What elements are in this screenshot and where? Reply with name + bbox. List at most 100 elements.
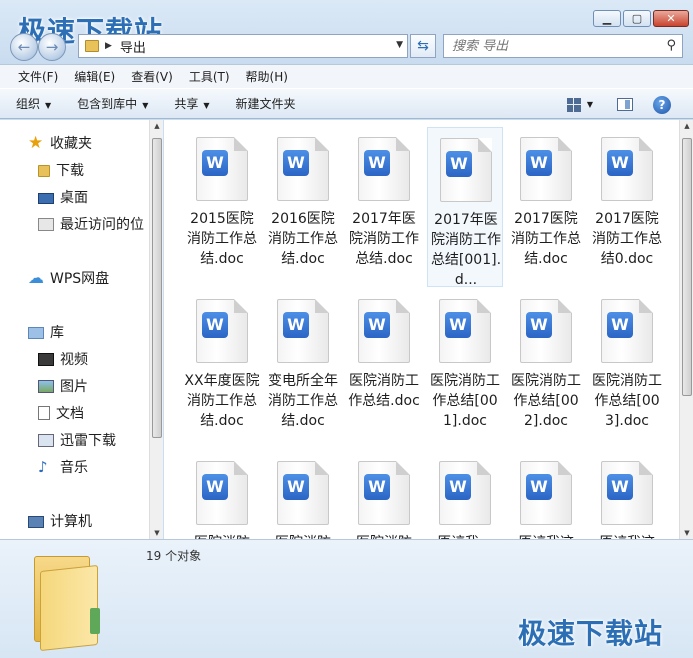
menu-bar: 文件(F) 编辑(E) 查看(V) 工具(T) 帮助(H) [0, 64, 693, 88]
nav-pictures[interactable]: 图片 [38, 374, 88, 398]
nav-wps-cloud[interactable]: ☁ WPS网盘 [28, 266, 109, 290]
file-item[interactable]: W 2015医院消防工作总结.doc [184, 127, 260, 287]
file-name: 变电所全年消防工作总结.doc [268, 373, 338, 429]
nav-desktop[interactable]: 桌面 [38, 185, 88, 209]
wps-badge-icon: W [364, 474, 390, 500]
window-controls: ▁ ▢ ✕ [593, 10, 689, 27]
arrow-right-icon: → [45, 38, 59, 56]
nav-computer[interactable]: 计算机 [28, 509, 92, 533]
nav-downloads[interactable]: 下载 [38, 158, 84, 182]
wps-badge-icon: W [445, 474, 471, 500]
file-item[interactable]: W 变电所全年消防工作总结.doc [265, 289, 341, 449]
file-name: 医院消防工作总结[002].doc [511, 373, 581, 429]
menu-edit[interactable]: 编辑(E) [66, 68, 123, 85]
wps-badge-icon: W [202, 312, 228, 338]
wps-doc-icon: W [520, 299, 572, 363]
file-item[interactable]: W 2017医院消防工作总结0.doc [589, 127, 665, 287]
nav-library[interactable]: 库 [28, 320, 64, 344]
file-item[interactable]: W 医院消防工作总结.doc [346, 289, 422, 449]
folder-icon [30, 548, 100, 652]
file-item[interactable]: W 医院消防工作总结[002].doc [508, 289, 584, 449]
file-scroll-thumb[interactable] [682, 138, 692, 396]
file-item[interactable]: W原谅我这 [589, 451, 665, 539]
search-icon[interactable]: ⚲ [666, 38, 676, 53]
scroll-down-icon[interactable]: ▼ [150, 529, 164, 537]
file-item[interactable]: W 2017年医院消防工作总结.doc [346, 127, 422, 287]
file-item[interactable]: W原谅我一 [427, 451, 503, 539]
wps-badge-icon: W [607, 474, 633, 500]
wps-doc-icon: W [196, 461, 248, 525]
wps-badge-icon: W [526, 474, 552, 500]
address-bar[interactable]: ▶ 导出 ▼ [78, 34, 408, 58]
search-box[interactable]: ⚲ [443, 34, 683, 58]
wps-badge-icon: W [607, 150, 633, 176]
scroll-up-icon[interactable]: ▲ [150, 122, 164, 130]
new-folder-button[interactable]: 新建文件夹 [236, 95, 296, 112]
help-icon[interactable]: ? [653, 95, 671, 114]
nav-favorites[interactable]: ★ 收藏夹 [28, 131, 92, 155]
nav-music[interactable]: ♪ 音乐 [38, 455, 88, 479]
file-name: 2016医院消防工作总结.doc [268, 211, 338, 267]
file-item[interactable]: W 医院消防工作总结[003].doc [589, 289, 665, 449]
nav-label: 库 [50, 325, 64, 341]
wps-badge-icon: W [446, 151, 472, 177]
item-count: 19 个对象 [146, 549, 202, 563]
video-icon [38, 352, 54, 366]
file-item[interactable]: W医院消防 [265, 451, 341, 539]
file-item[interactable]: W 2017医院消防工作总结.doc [508, 127, 584, 287]
address-dropdown-icon[interactable]: ▼ [396, 40, 403, 50]
wps-badge-icon: W [283, 474, 309, 500]
nav-recent[interactable]: 最近访问的位 [38, 212, 144, 236]
breadcrumb-current[interactable]: 导出 [120, 37, 146, 56]
nav-label: WPS网盘 [50, 271, 110, 287]
scroll-up-icon[interactable]: ▲ [680, 122, 693, 130]
preview-pane-icon[interactable] [617, 98, 633, 111]
close-icon: ✕ [666, 12, 676, 25]
file-item[interactable]: W原谅我这 [508, 451, 584, 539]
forward-button[interactable]: → [38, 33, 66, 61]
nav-scrollbar[interactable]: ▲ ▼ [149, 120, 163, 539]
menu-tools[interactable]: 工具(T) [181, 68, 238, 85]
wps-doc-icon: W [277, 137, 329, 201]
view-dropdown-icon[interactable]: ▼ [587, 100, 593, 109]
file-item[interactable]: W 2017年医院消防工作总结[001].d... [427, 127, 503, 288]
file-name: 2017年医院消防工作总结.doc [349, 211, 419, 267]
menu-help[interactable]: 帮助(H) [238, 68, 296, 85]
wps-badge-icon: W [364, 150, 390, 176]
refresh-button[interactable]: ⇆ [410, 34, 436, 58]
nav-documents[interactable]: 文档 [38, 401, 84, 425]
navigation-pane: ★ 收藏夹 下载 桌面 最近访问的位 ☁ WPS网盘 库 视频 图片 文档 迅雷下载… [0, 120, 163, 539]
file-item[interactable]: W 医院消防工作总结[001].doc [427, 289, 503, 449]
menu-file[interactable]: 文件(F) [10, 68, 66, 85]
file-item[interactable]: W 2016医院消防工作总结.doc [265, 127, 341, 287]
back-button[interactable]: ← [10, 33, 38, 61]
breadcrumb-arrow-icon[interactable]: ▶ [105, 41, 112, 51]
file-item[interactable]: W XX年度医院消防工作总结.doc [184, 289, 260, 449]
file-scrollbar[interactable]: ▲ ▼ [679, 120, 693, 539]
file-item[interactable]: W医院消防 [184, 451, 260, 539]
wps-doc-icon: W [440, 138, 492, 202]
scroll-down-icon[interactable]: ▼ [680, 529, 693, 537]
share-button[interactable]: 共享 ▼ [174, 95, 209, 112]
include-in-library-button[interactable]: 包含到库中 ▼ [77, 95, 148, 112]
file-item[interactable]: W医院消防 [346, 451, 422, 539]
maximize-button[interactable]: ▢ [623, 10, 651, 27]
search-input[interactable] [452, 35, 652, 57]
file-name: 2015医院消防工作总结.doc [187, 211, 257, 267]
details-pane: 19 个对象 极速下载站 [0, 539, 693, 658]
organize-button[interactable]: 组织 ▼ [16, 95, 51, 112]
wps-doc-icon: W [358, 299, 410, 363]
wps-doc-icon: W [601, 137, 653, 201]
nav-label: 桌面 [60, 190, 88, 206]
share-label: 共享 [174, 97, 199, 111]
file-name: 医院消防工作总结.doc [348, 373, 420, 409]
minimize-button[interactable]: ▁ [593, 10, 621, 27]
nav-videos[interactable]: 视频 [38, 347, 88, 371]
nav-label: 视频 [60, 352, 88, 368]
file-name: 2017年医院消防工作总结[001].d... [430, 212, 502, 288]
nav-scroll-thumb[interactable] [152, 138, 162, 438]
view-grid-icon[interactable] [566, 97, 581, 112]
menu-view[interactable]: 查看(V) [123, 68, 181, 85]
close-button[interactable]: ✕ [653, 10, 689, 27]
nav-thunder-downloads[interactable]: 迅雷下载 [38, 428, 116, 452]
